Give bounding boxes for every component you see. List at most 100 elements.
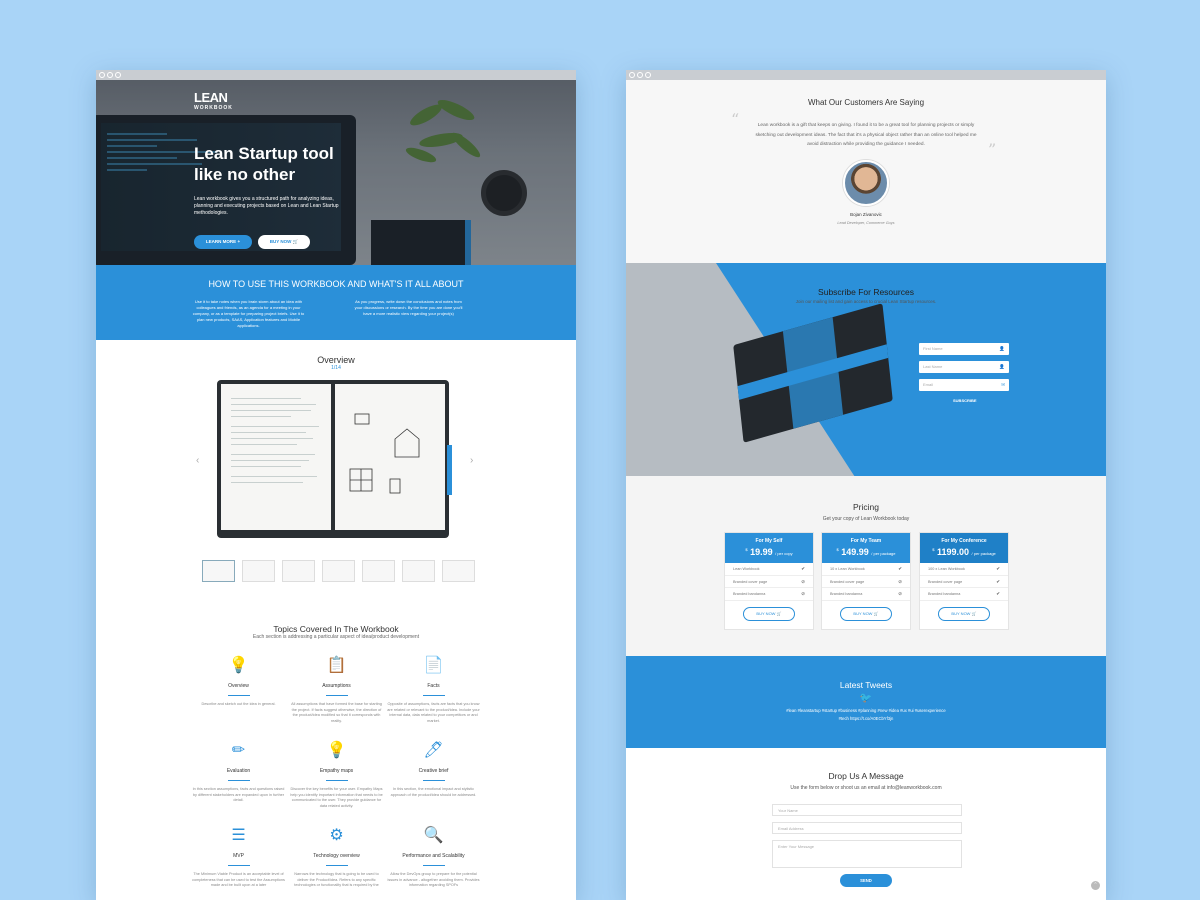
testimonial-role: Lead Developer, Commerce Guys [837, 220, 895, 225]
topics-title: Topics Covered In The Workbook [273, 624, 399, 634]
topic-creative-brief: 🖊 Creative brief In this section, the em… [390, 742, 477, 797]
idea-bulb-icon: 💡 [326, 742, 347, 759]
learn-more-button[interactable]: LEARN MORE + [194, 235, 252, 249]
scroll-to-top-icon[interactable]: ⌃ [1091, 881, 1100, 890]
check-icon: ✔ [801, 566, 805, 571]
how-to-col-2: As you progress, write down the conclusi… [354, 299, 463, 316]
right-browser-window: What Our Customers Are Saying “ ” Lean w… [626, 70, 1106, 900]
slide-thumbnail[interactable] [322, 560, 355, 582]
how-to-section: HOW TO USE THIS WORKBOOK AND WHAT'S IT A… [96, 265, 576, 340]
clipboard-question-icon: 📋 [326, 657, 347, 674]
topic-mvp: ☰ MVP The Minimum Viable Product is an a… [192, 827, 285, 887]
pricing-section: Pricing Get your copy of Lean Workbook t… [626, 476, 1106, 656]
how-to-col-1: Use it to take notes when you brain stor… [192, 299, 305, 328]
buy-now-button[interactable]: BUY NOW 🛒 [938, 606, 990, 621]
tweets-section: Latest Tweets 🐦 #lean #leanstartup #star… [626, 656, 1106, 748]
tweets-title: Latest Tweets [839, 680, 893, 690]
testimonial-quote: Lean workbook is a gift that keeps on gi… [755, 123, 977, 147]
slide-thumbnail[interactable] [402, 560, 435, 582]
buy-now-button[interactable]: BUY NOW 🛒 [840, 606, 892, 621]
slide-thumbnail[interactable] [242, 560, 275, 582]
document-check-icon: 📄 [423, 657, 444, 674]
last-name-field[interactable]: Last Name 👤 [919, 361, 1009, 373]
first-name-field[interactable]: First Name 👤 [919, 343, 1009, 355]
check-icon: ✔ [996, 578, 1000, 584]
contact-section: Drop Us A Message Use the form below or … [626, 748, 1106, 898]
topic-performance-scalability: 🔍 Performance and Scalability Allow the … [387, 827, 480, 887]
topic-technology-overview: ⚙ Technology overview Narrows the techno… [294, 827, 379, 887]
slide-thumbnails [202, 560, 475, 582]
check-icon: ✔ [898, 566, 902, 571]
subscribe-button[interactable]: SUBSCRIBE [953, 398, 977, 403]
window-chrome [626, 70, 1106, 80]
tweet-text[interactable]: #lean #leanstartup #startup #business #p… [781, 707, 951, 723]
email-address-input[interactable]: Email Address [772, 822, 962, 834]
topics-subtitle: Each section is addressing a particular … [252, 634, 420, 640]
window-dot[interactable] [637, 72, 643, 78]
hero-title: Lean Startup tool like no other [194, 144, 334, 184]
window-dot[interactable] [99, 72, 105, 78]
window-dot[interactable] [645, 72, 651, 78]
overview-section: Overview 1/14 ‹ › [96, 340, 576, 582]
topic-evaluation: ✏ Evaluation In this section assumptions… [192, 742, 285, 802]
pricing-card-self: For My Self $ 19.99 / per copy Lean Work… [724, 532, 814, 630]
testimonial-section: What Our Customers Are Saying “ ” Lean w… [626, 80, 1106, 263]
send-button[interactable]: SEND [840, 874, 892, 887]
lightbulb-icon: 💡 [228, 657, 249, 674]
lean-workbook-logo[interactable]: LEAN WORKBOOK [194, 91, 233, 114]
slide-counter: 1/14 [331, 365, 341, 371]
notebook-slide-image [217, 380, 452, 538]
user-icon: 👤 [999, 346, 1005, 351]
check-icon: ⊘ [898, 578, 902, 584]
window-dot[interactable] [115, 72, 121, 78]
pricing-title: Pricing [853, 502, 879, 512]
search-icon: 🔍 [423, 827, 444, 844]
check-icon: ⊘ [898, 591, 902, 596]
contact-subtitle: Use the form below or shoot us an email … [790, 785, 942, 791]
pricing-subtitle: Get your copy of Lean Workbook today [822, 516, 910, 522]
slide-thumbnail[interactable] [202, 560, 235, 582]
topic-facts: 📄 Facts Opposite of assumptions, facts a… [387, 657, 480, 723]
pencil-icon: ✏ [231, 742, 246, 759]
check-icon: ✔ [996, 591, 1000, 596]
slide-thumbnail[interactable] [362, 560, 395, 582]
testimonial-title: What Our Customers Are Saying [807, 98, 925, 107]
topic-assumptions: 📋 Assumptions All assumptions that have … [291, 657, 382, 723]
envelope-icon: ✉ [1001, 382, 1005, 387]
check-icon: ⊘ [801, 591, 805, 596]
window-chrome [96, 70, 576, 80]
buy-now-button[interactable]: BUY NOW 🛒 [258, 235, 310, 249]
message-textarea[interactable]: Enter Your Message [772, 840, 962, 868]
subscribe-title: Subscribe For Resources [818, 287, 914, 297]
chevron-left-icon[interactable]: ‹ [196, 455, 199, 466]
cart-icon: 🛒 [292, 239, 299, 244]
stack-icon: ☰ [231, 827, 246, 844]
avatar [843, 159, 889, 206]
slide-thumbnail[interactable] [442, 560, 475, 582]
buy-now-button[interactable]: BUY NOW 🛒 [743, 606, 795, 621]
check-icon: ✔ [996, 566, 1000, 571]
testimonial-name: Bojan Zivanovic [850, 211, 882, 217]
twitter-bird-icon[interactable]: 🐦 [626, 693, 1106, 704]
pen-icon: 🖊 [423, 742, 444, 759]
slide-thumbnail[interactable] [282, 560, 315, 582]
pricing-card-conference: For My Conference $ 1199.00 / per packag… [919, 532, 1009, 630]
window-dot[interactable] [629, 72, 635, 78]
email-field[interactable]: Email ✉ [919, 379, 1009, 391]
subscribe-section: Subscribe For Resources Join our mailing… [626, 263, 1106, 476]
close-quote-icon: ” [988, 140, 997, 159]
your-name-input[interactable]: Your Name [772, 804, 962, 816]
overview-title: Overview [317, 355, 355, 365]
chevron-right-icon[interactable]: › [470, 455, 473, 466]
user-icon: 👤 [999, 364, 1005, 369]
pricing-card-team: For My Team $ 149.99 / per package 10 x … [821, 532, 911, 630]
window-dot[interactable] [107, 72, 113, 78]
gear-icon: ⚙ [329, 827, 344, 844]
left-browser-window: LEAN WORKBOOK Lean Startup tool like no … [96, 70, 576, 900]
subscribe-subtitle: Join our mailing list and gain access to… [795, 299, 937, 304]
topic-overview: 💡 Overview Describe and sketch out the i… [201, 657, 276, 706]
contact-title: Drop Us A Message [828, 771, 904, 781]
hero-section: LEAN WORKBOOK Lean Startup tool like no … [96, 80, 576, 265]
how-to-title: HOW TO USE THIS WORKBOOK AND WHAT'S IT A… [208, 279, 464, 289]
check-icon: ⊘ [801, 578, 805, 584]
